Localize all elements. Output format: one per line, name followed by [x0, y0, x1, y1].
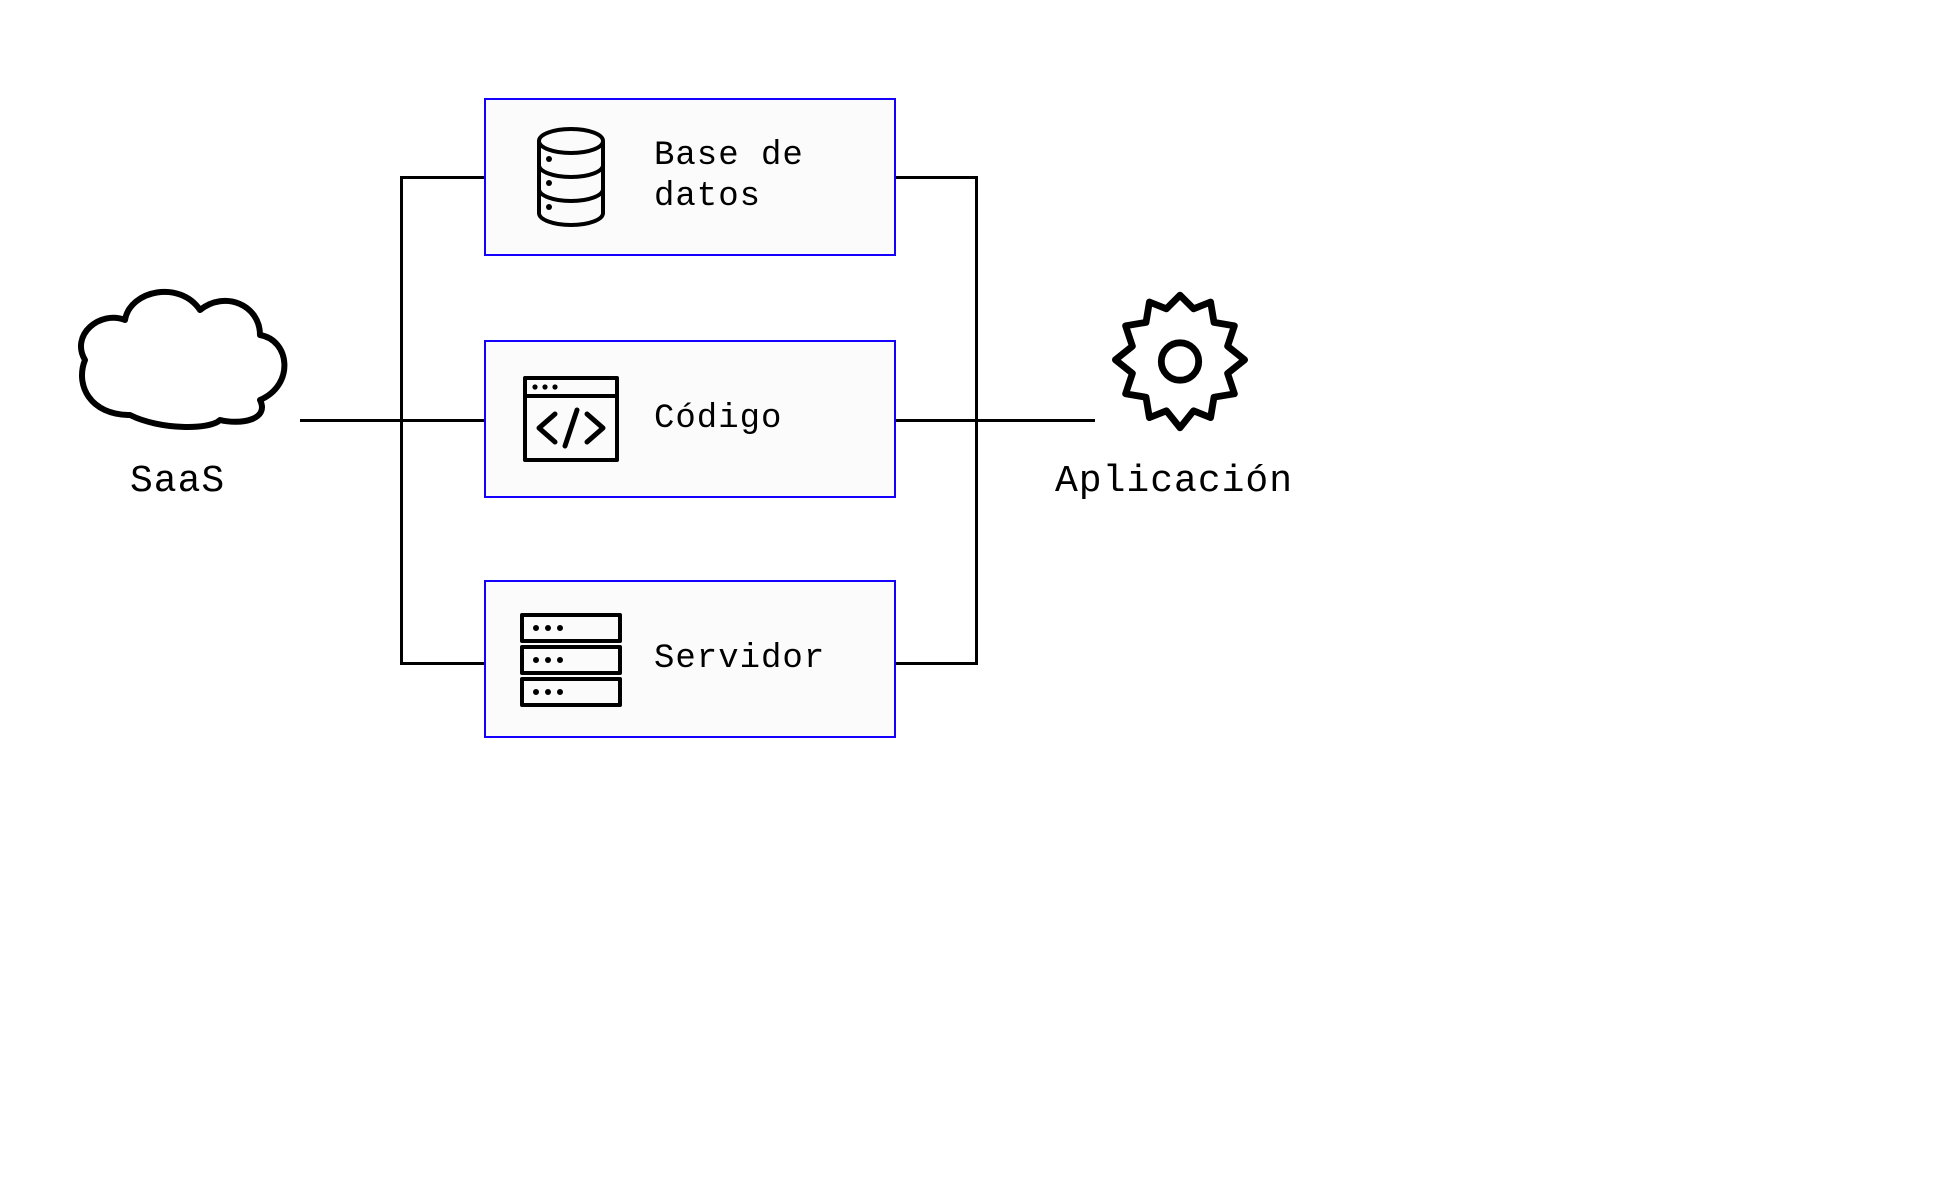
diagram-canvas: SaaS Aplicación — [0, 0, 1959, 1177]
gear-icon — [1095, 285, 1265, 455]
code-label: Código — [654, 399, 782, 440]
connector — [975, 419, 1095, 422]
connector — [895, 176, 978, 179]
saas-label: SaaS — [130, 460, 225, 503]
aplicacion-label: Aplicación — [1055, 460, 1293, 503]
connector — [400, 662, 484, 665]
saas-node — [60, 275, 310, 435]
code-window-icon — [521, 374, 621, 464]
connector — [400, 419, 484, 422]
server-label: Servidor — [654, 639, 825, 680]
database-label: Base de datos — [654, 136, 804, 218]
aplicacion-node — [1095, 285, 1275, 455]
code-box: Código — [484, 340, 896, 498]
database-icon — [531, 127, 611, 227]
database-box: Base de datos — [484, 98, 896, 256]
connector — [400, 176, 484, 179]
connector — [895, 662, 978, 665]
cloud-icon — [60, 275, 300, 435]
server-icon — [516, 609, 626, 709]
server-box: Servidor — [484, 580, 896, 738]
connector — [895, 419, 978, 422]
